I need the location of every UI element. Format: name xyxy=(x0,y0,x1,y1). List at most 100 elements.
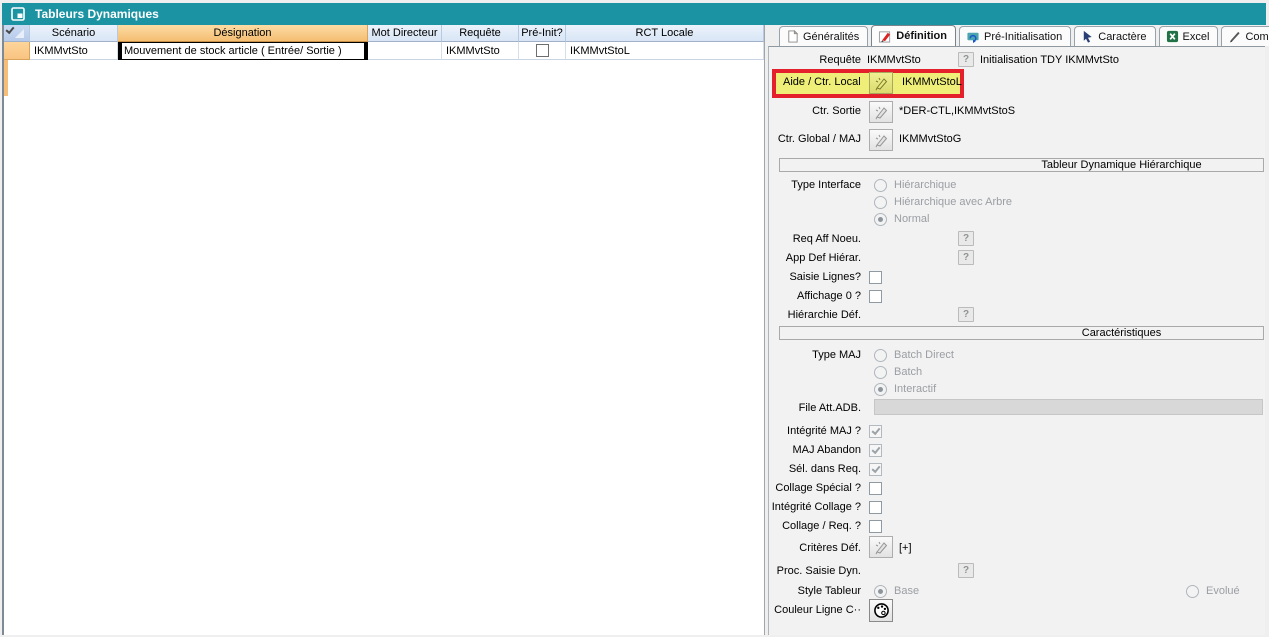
tab-label: Excel xyxy=(1183,31,1210,43)
type-interface-row-1: Type Interface Hiérarchique xyxy=(769,178,1265,194)
collage-req-label: Collage / Req. ? xyxy=(713,519,861,534)
collage-special-label: Collage Spécial ? xyxy=(713,481,861,496)
integrite-collage-checkbox[interactable] xyxy=(869,501,882,514)
wand-icon xyxy=(873,539,889,555)
type-maj-label: Type MAJ xyxy=(713,348,861,363)
saisie-lignes-checkbox[interactable] xyxy=(869,271,882,284)
cell-mot-directeur[interactable] xyxy=(368,42,442,60)
saisie-lignes-row: Saisie Lignes? xyxy=(769,270,1265,286)
col-header-rct-locale[interactable]: RCT Locale xyxy=(566,25,764,42)
radio-batch-direct-label: Batch Direct xyxy=(894,348,954,363)
req-aff-noeu-help-button[interactable]: ? xyxy=(958,231,974,246)
select-all-triangle-icon xyxy=(15,29,24,38)
app-def-hierar-label: App Def Hiérar. xyxy=(713,251,861,266)
window-icon xyxy=(11,7,25,21)
maj-abandon-label: MAJ Abandon xyxy=(713,443,861,458)
app-window: { "window": { "title": "Tableurs Dynamiq… xyxy=(0,0,1269,637)
type-interface-row-3: Normal xyxy=(769,212,1265,228)
col-header-designation[interactable]: Désignation xyxy=(118,25,368,42)
ctr-global-label: Ctr. Global / MAJ xyxy=(713,132,861,147)
tab-bar: Généralités Définition Pré-Initialisatio… xyxy=(768,25,1265,46)
definition-tab-content: Requête IKMMvtSto ? Initialisation TDY I… xyxy=(768,46,1265,635)
collage-special-checkbox[interactable] xyxy=(869,482,882,495)
ctr-sortie-wand-button[interactable] xyxy=(869,101,893,123)
window-titlebar[interactable]: Tableurs Dynamiques xyxy=(2,3,1266,25)
ctr-global-value[interactable]: IKMMvtStoG xyxy=(899,132,961,147)
cell-scenario[interactable]: IKMMvtSto xyxy=(30,42,118,60)
tab-excel[interactable]: Excel xyxy=(1159,26,1219,46)
pre-init-checkbox[interactable] xyxy=(536,44,549,57)
proc-saisie-dyn-help-button[interactable]: ? xyxy=(958,563,974,578)
radio-normal xyxy=(874,213,887,226)
sel-dans-req-label: Sél. dans Req. xyxy=(713,462,861,477)
maj-abandon-row: MAJ Abandon xyxy=(769,443,1265,459)
radio-interactif-label: Interactif xyxy=(894,382,936,397)
hierarchie-def-help-button[interactable]: ? xyxy=(958,307,974,322)
affichage-0-checkbox[interactable] xyxy=(869,290,882,303)
col-header-scenario[interactable]: Scénario xyxy=(30,25,118,42)
radio-hierarchique-arbre-label: Hiérarchique avec Arbre xyxy=(894,195,1012,210)
app-def-hierar-row: App Def Hiérar. ? xyxy=(769,251,1265,267)
app-def-hierar-help-button[interactable]: ? xyxy=(958,250,974,265)
couleur-ligne-label: Couleur Ligne C·· xyxy=(713,603,861,618)
section-title: Tableur Dynamique Hiérarchique xyxy=(980,159,1263,171)
tab-caractere[interactable]: Caractère xyxy=(1074,26,1155,46)
radio-batch-direct xyxy=(874,349,887,362)
aide-ctr-local-highlight: Aide / Ctr. Local IKMMvtStoL xyxy=(772,69,964,98)
col-header-pre-init[interactable]: Pré-Init? xyxy=(519,25,566,42)
radio-base xyxy=(874,585,887,598)
integrite-maj-label: Intégrité MAJ ? xyxy=(713,424,861,439)
type-maj-row-2: Batch xyxy=(769,365,1265,381)
radio-normal-label: Normal xyxy=(894,212,929,227)
tab-label: Commentaire xyxy=(1245,31,1269,43)
col-header-mot-directeur[interactable]: Mot Directeur xyxy=(368,25,442,42)
cell-designation-editing[interactable]: Mouvement de stock article ( Entrée/ Sor… xyxy=(118,42,368,60)
tab-generalites[interactable]: Généralités xyxy=(779,26,868,46)
tab-commentaire[interactable]: Commentaire xyxy=(1221,26,1269,46)
wand-icon xyxy=(873,75,889,91)
cell-pre-init xyxy=(519,42,566,60)
ctr-global-wand-button[interactable] xyxy=(869,129,893,151)
row-indicator-cell[interactable] xyxy=(4,42,30,60)
criteres-def-value: [+] xyxy=(899,541,912,556)
collage-req-checkbox[interactable] xyxy=(869,520,882,533)
section-header-hierarchique: Tableur Dynamique Hiérarchique xyxy=(779,158,1264,172)
collage-special-row: Collage Spécial ? xyxy=(769,481,1265,497)
type-interface-label: Type Interface xyxy=(713,178,861,193)
tab-label: Caractère xyxy=(1098,31,1146,43)
tab-label: Définition xyxy=(896,30,947,42)
type-interface-row-2: Hiérarchique avec Arbre xyxy=(769,195,1265,211)
aide-ctr-local-label: Aide / Ctr. Local xyxy=(783,76,861,88)
col-header-requete[interactable]: Requête xyxy=(442,25,519,42)
ctr-sortie-value[interactable]: *DER-CTL,IKMMvtStoS xyxy=(899,104,1015,119)
hierarchie-def-row: Hiérarchie Déf. ? xyxy=(769,308,1265,324)
integrite-maj-row: Intégrité MAJ ? xyxy=(769,424,1265,440)
style-tableur-row: Style Tableur Base Evolué xyxy=(769,584,1265,600)
requete-value[interactable]: IKMMvtSto xyxy=(867,53,921,68)
tab-pre-initialisation[interactable]: Pré-Initialisation xyxy=(959,26,1071,46)
tab-definition[interactable]: Définition xyxy=(871,25,956,46)
aide-ctr-local-value[interactable]: IKMMvtStoL xyxy=(902,76,962,88)
requete-help-button[interactable]: ? xyxy=(958,52,974,67)
requete-note: Initialisation TDY IKMMvtSto xyxy=(980,53,1119,68)
proc-saisie-dyn-row: Proc. Saisie Dyn. ? xyxy=(769,564,1265,580)
radio-batch-label: Batch xyxy=(894,365,922,380)
type-maj-row-3: Interactif xyxy=(769,382,1265,398)
couleur-ligne-palette-button[interactable] xyxy=(869,599,893,622)
sel-dans-req-checkbox xyxy=(869,463,882,476)
criteres-def-wand-button[interactable] xyxy=(869,536,893,558)
tab-label: Généralités xyxy=(803,31,859,43)
tab-label: Pré-Initialisation xyxy=(984,31,1062,43)
affichage-0-row: Affichage 0 ? xyxy=(769,289,1265,305)
criteres-def-label: Critères Déf. xyxy=(713,541,861,556)
radio-evolue xyxy=(1186,585,1199,598)
aide-ctr-local-wand-button[interactable] xyxy=(869,72,893,94)
window-title: Tableurs Dynamiques xyxy=(35,7,159,21)
file-att-adb-row: File Att.ADB. xyxy=(769,401,1265,417)
ctr-sortie-row: Ctr. Sortie *DER-CTL,IKMMvtStoS xyxy=(769,104,1265,120)
style-tableur-label: Style Tableur xyxy=(713,584,861,599)
pencil-icon xyxy=(1228,30,1241,43)
cell-requete[interactable]: IKMMvtSto xyxy=(442,42,519,60)
table-header-row: Scénario Désignation Mot Directeur Requê… xyxy=(4,25,764,42)
hierarchie-def-label: Hiérarchie Déf. xyxy=(713,308,861,323)
